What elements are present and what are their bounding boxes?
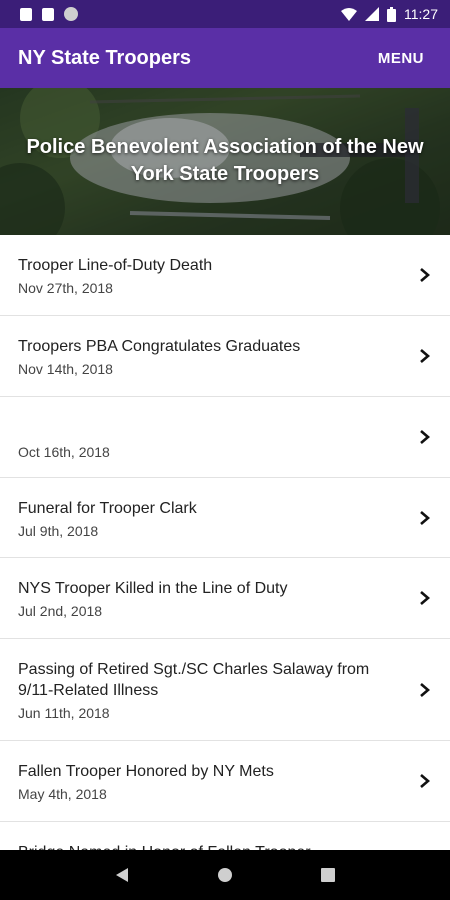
news-date: Nov 14th, 2018 — [18, 361, 113, 377]
news-title: Troopers PBA Congratulates Graduates — [18, 338, 301, 355]
news-list: Trooper Line-of-Duty Death Nov 27th, 201… — [0, 235, 450, 862]
news-title: Funeral for Trooper Clark — [18, 500, 197, 517]
sd-card-icon — [42, 7, 54, 21]
recents-icon — [321, 868, 336, 882]
hero-title: Police Benevolent Association of the New… — [26, 136, 424, 185]
news-item[interactable]: Passing of Retired Sgt./SC Charles Salaw… — [0, 639, 450, 741]
news-title: NYS Trooper Killed in the Line of Duty — [18, 580, 288, 597]
chevron-right-icon — [420, 682, 430, 697]
news-item[interactable]: Funeral for Trooper Clark Jul 9th, 2018 — [0, 478, 450, 558]
news-item[interactable]: Trooper Line-of-Duty Death Nov 27th, 201… — [0, 235, 450, 316]
back-button[interactable] — [112, 865, 132, 885]
recents-button[interactable] — [318, 865, 338, 885]
news-item[interactable]: Troopers PBA Congratulates Graduates Nov… — [0, 316, 450, 397]
back-icon — [115, 868, 128, 882]
news-date: May 4th, 2018 — [18, 786, 107, 802]
news-date: Oct 16th, 2018 — [18, 444, 110, 460]
app-bar: NY State Troopers MENU — [0, 28, 450, 88]
chevron-right-icon — [420, 268, 430, 282]
home-icon — [217, 868, 232, 882]
wifi-icon — [341, 8, 357, 21]
clock: 11:27 — [404, 6, 438, 22]
news-title: Fallen Trooper Honored by NY Mets — [18, 763, 274, 780]
status-bar: 11:27 — [0, 0, 450, 28]
signal-icon — [365, 7, 379, 21]
chevron-right-icon — [420, 774, 430, 788]
chevron-right-icon — [420, 430, 430, 444]
sync-icon — [64, 7, 78, 21]
news-date: Nov 27th, 2018 — [18, 280, 113, 296]
news-date: Jun 11th, 2018 — [18, 705, 110, 721]
news-item[interactable]: Fallen Trooper Honored by NY Mets May 4t… — [0, 741, 450, 822]
news-item[interactable]: NYS Trooper Killed in the Line of Duty J… — [0, 558, 450, 639]
chevron-right-icon — [420, 510, 430, 525]
home-button[interactable] — [215, 865, 235, 885]
battery-icon — [387, 6, 396, 22]
chevron-right-icon — [420, 349, 430, 363]
news-title: Passing of Retired Sgt./SC Charles Salaw… — [18, 661, 370, 699]
app-title: NY State Troopers — [18, 46, 192, 69]
news-date: Jul 9th, 2018 — [18, 523, 99, 539]
menu-button[interactable]: MENU — [378, 50, 424, 67]
system-nav-bar — [0, 850, 450, 900]
news-date: Jul 2nd, 2018 — [18, 603, 103, 619]
chevron-right-icon — [420, 591, 430, 605]
news-title: Trooper Line-of-Duty Death — [18, 257, 213, 274]
hero-banner: Police Benevolent Association of the New… — [0, 88, 450, 235]
notification-icon — [20, 7, 32, 21]
news-item[interactable]: Oct 16th, 2018 — [0, 397, 450, 478]
